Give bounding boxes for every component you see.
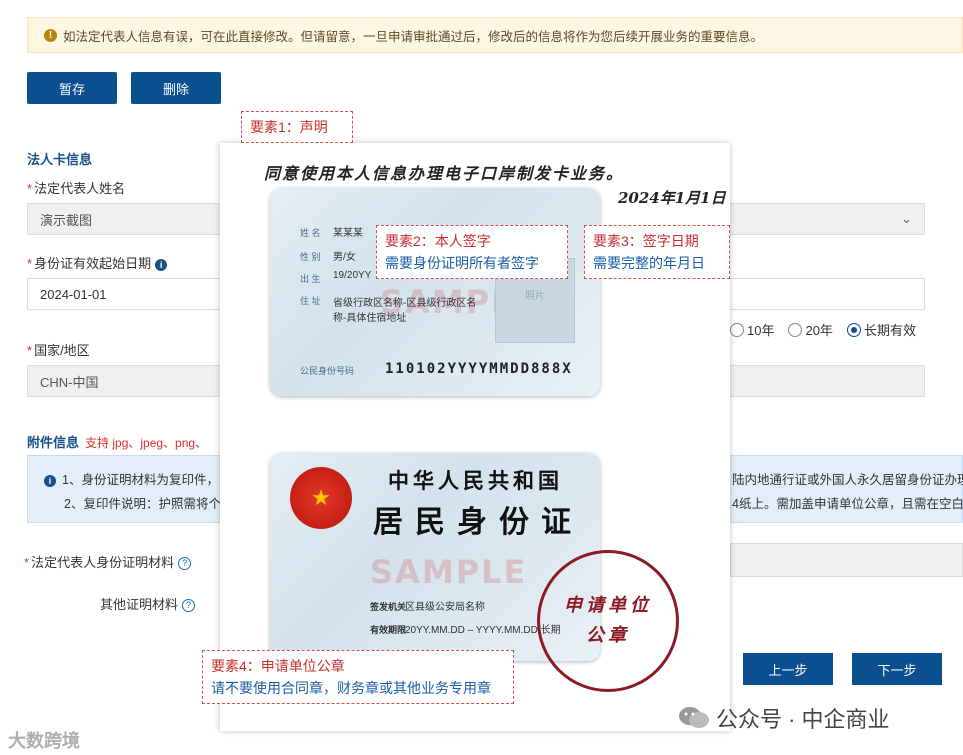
left-watermark: 大数跨境 — [8, 731, 80, 751]
card-watermark: SAMPLE — [370, 553, 528, 591]
issuer-key: 签发机关 — [370, 602, 407, 612]
issuer-value: 区县级公安局名称 — [405, 602, 485, 613]
name-value: 某某某 — [333, 228, 363, 239]
save-draft-button[interactable]: 暂存 — [27, 72, 117, 104]
callout-element-2: 要素2：本人签字 需要身份证明所有者签字 — [376, 225, 568, 279]
radio-selected-icon — [846, 322, 861, 337]
id-number-key: 公民身份号码 — [300, 366, 355, 376]
info-icon[interactable]: i — [155, 258, 168, 271]
legal-id-material-label: * 法定代表人身份证明材料? — [24, 552, 192, 571]
legal-name-label: * 法定代表人姓名 — [27, 181, 126, 196]
required-mark: * — [24, 555, 30, 570]
callout-element-3: 要素3：签字日期 需要完整的年月日 — [584, 225, 730, 279]
info-line-1-right: 陆内地通行证或外国人永久居留身份证办理 — [732, 473, 963, 487]
help-icon[interactable]: ? — [182, 599, 196, 613]
signature-date-text: 2024年1月1日 — [618, 189, 726, 207]
name-key: 姓 名 — [300, 228, 321, 238]
legal-card-section-title: 法人卡信息 — [27, 152, 93, 167]
radio-10-years[interactable]: 10年 — [730, 320, 774, 339]
id-card-front: SAMPLE 姓 名 某某某 性 别 男/女 出 生 19/20YY 住 址 省… — [270, 188, 600, 396]
notice-text: 如法定代表人信息有误，可在此直接修改。但请留意，一旦申请审批通过后，修改后的信息… — [63, 29, 764, 44]
declaration-text: 同意使用本人信息办理电子口岸制发卡业务。 — [264, 164, 625, 183]
callout-element-4: 要素4：申请单位公章 请不要使用合同章，财务章或其他业务专用章 — [202, 650, 514, 704]
company-seal-stamp: 申请单位 公章 — [537, 550, 679, 692]
id-number-value: 110102YYYYMMDD888X — [385, 361, 573, 377]
info-line-2-right: 4纸上。需加盖申请单位公章，且需在空白 — [732, 497, 963, 511]
radio-20-years[interactable]: 20年 — [788, 320, 833, 339]
country-label: * 国家/地区 — [27, 343, 90, 358]
callout-element-1: 要素1：声明 — [241, 111, 353, 143]
national-emblem-icon: ★ — [290, 467, 352, 529]
address-key: 住 址 — [300, 296, 321, 306]
back-title-2: 居民身份证 — [373, 505, 583, 540]
id-start-date-label: * 身份证有效起始日期 i — [27, 253, 168, 272]
notice-banner: ! 如法定代表人信息有误，可在此直接修改。但请留意，一旦申请审批通过后，修改后的… — [27, 17, 963, 53]
required-mark: * — [27, 343, 33, 358]
sex-value: 男/女 — [333, 252, 356, 263]
attachments-section-title: 附件信息 支持 jpg、jpeg、png、 — [27, 435, 208, 450]
address-value-2: 称-具体住宿地址 — [333, 313, 407, 324]
other-material-label: 其他证明材料? — [100, 594, 196, 613]
chevron-down-icon[interactable]: ⌄ — [901, 211, 912, 227]
back-title-1: 中华人民共和国 — [388, 468, 563, 493]
birth-key: 出 生 — [300, 274, 321, 284]
next-step-button[interactable]: 下一步 — [852, 653, 942, 685]
address-value-1: 省级行政区名称-区县级行政区名 — [333, 298, 477, 309]
birth-value: 19/20YY — [333, 270, 372, 281]
period-key: 有效期限 — [370, 625, 407, 635]
legal-id-upload-field[interactable] — [730, 543, 963, 577]
sex-key: 性 别 — [300, 252, 321, 262]
radio-long-term[interactable]: 长期有效 — [846, 320, 916, 339]
prev-step-button[interactable]: 上一步 — [743, 653, 833, 685]
sample-id-overlay: 同意使用本人信息办理电子口岸制发卡业务。 签字 2024年1月1日 SAMPLE… — [202, 111, 730, 731]
required-mark: * — [27, 181, 33, 196]
validity-radio-group: 10年 20年 长期有效 — [730, 320, 916, 339]
info-icon: i — [44, 474, 56, 487]
radio-icon — [730, 322, 744, 337]
required-mark: * — [27, 256, 33, 271]
help-icon[interactable]: ? — [178, 557, 192, 571]
radio-icon — [788, 322, 803, 337]
delete-button[interactable]: 删除 — [131, 72, 221, 104]
wechat-icon — [678, 705, 710, 731]
warning-icon: ! — [44, 28, 57, 42]
wechat-watermark: 公众号 · 中企商业 — [678, 702, 890, 734]
supported-formats-note: 支持 jpg、jpeg、png、 — [85, 436, 208, 450]
